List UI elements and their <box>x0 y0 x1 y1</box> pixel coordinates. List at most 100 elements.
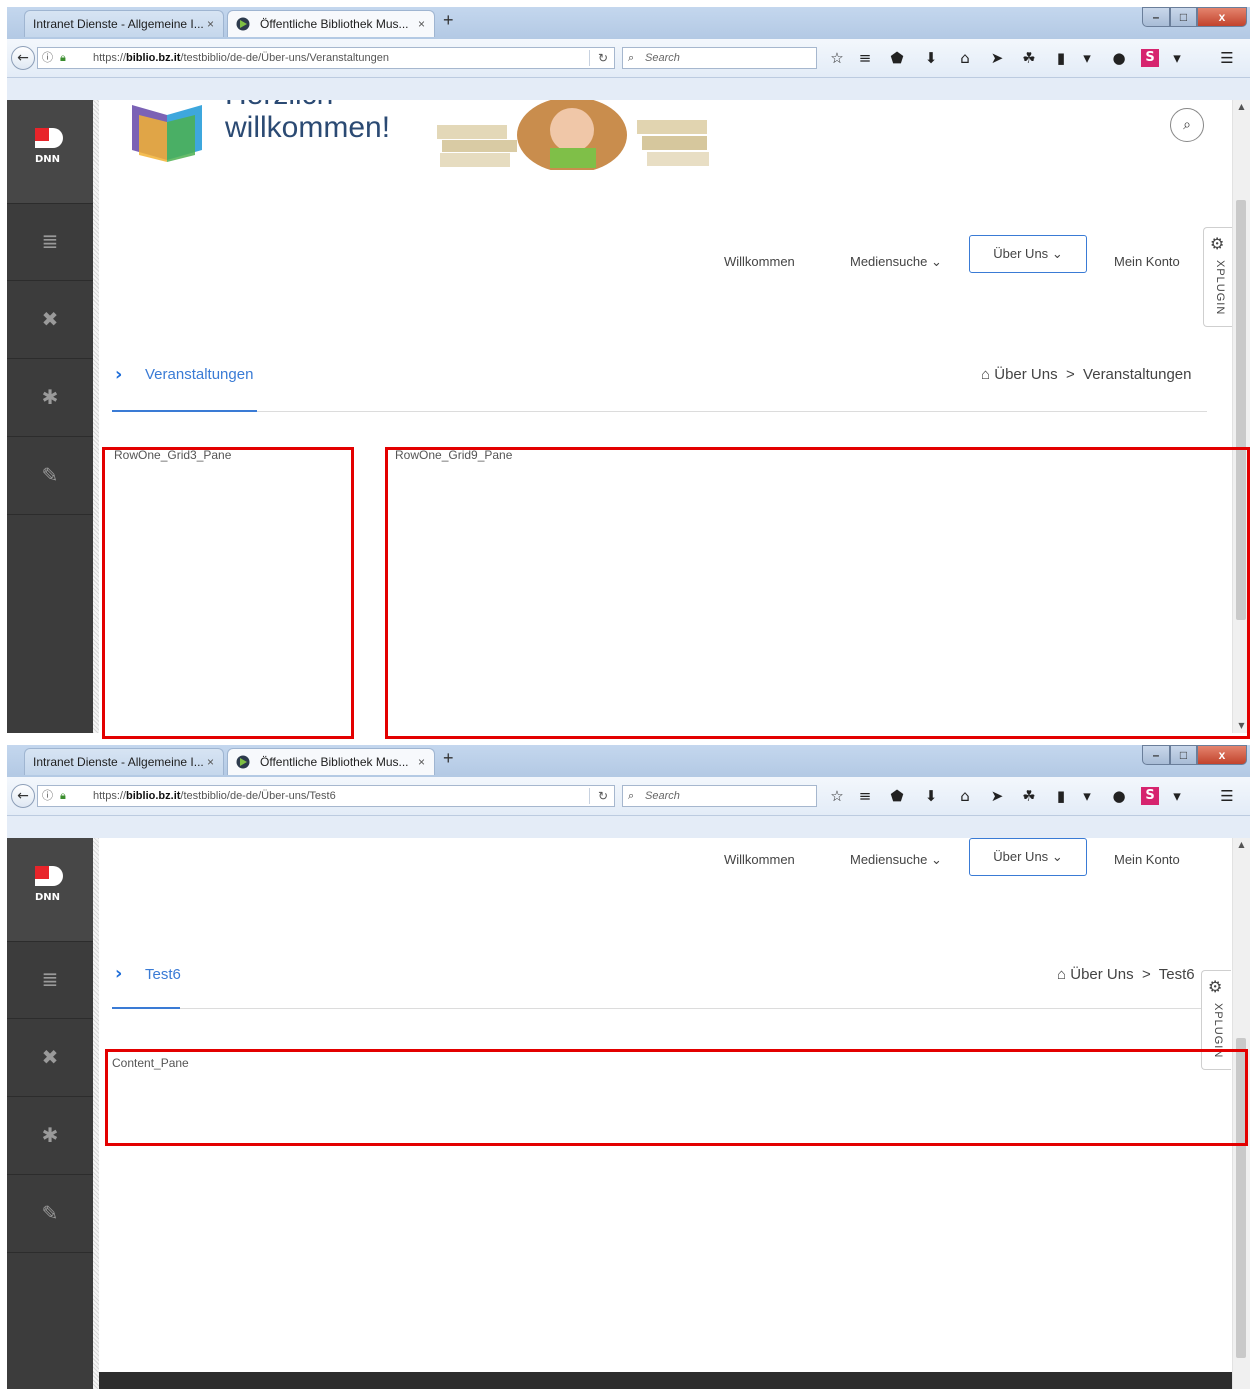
url-separator <box>589 50 590 66</box>
new-tab-button[interactable]: + <box>443 748 454 769</box>
title-separator <box>257 411 1207 412</box>
scroll-up-icon[interactable]: ▲ <box>1233 100 1250 114</box>
sidebar-edge <box>93 100 99 733</box>
edit-icon[interactable]: ✎ <box>7 1175 93 1253</box>
send-icon[interactable]: ➤ <box>987 786 1007 806</box>
clipboard-icon[interactable]: ▮ <box>1051 48 1071 68</box>
pages-icon[interactable]: ≣ <box>7 203 93 281</box>
close-tab-icon[interactable]: × <box>207 749 214 776</box>
back-arrow-icon[interactable]: ← <box>11 784 35 808</box>
s-logo-icon[interactable]: S <box>1141 49 1159 67</box>
dropdown-icon[interactable]: ▾ <box>1077 786 1097 806</box>
home-icon[interactable]: ⌂ <box>955 48 975 68</box>
menu-ueber-uns[interactable]: Über Uns ⌄ <box>969 235 1087 273</box>
menu-ueber-uns-label: Über Uns <box>993 246 1049 261</box>
dnn-logo[interactable]: DNN <box>7 100 93 204</box>
tab-intranet[interactable]: Intranet Dienste - Allgemeine I... × <box>24 10 224 37</box>
breadcrumb-parent[interactable]: Über Uns <box>994 366 1057 383</box>
chevron-down-icon: ⌄ <box>1051 849 1063 864</box>
hamburger-menu-icon[interactable]: ☰ <box>1217 48 1237 68</box>
info-icon[interactable]: ⓘ <box>42 786 53 806</box>
minimize-button[interactable]: – <box>1142 745 1170 765</box>
svg-text:DNN: DNN <box>35 154 60 164</box>
reload-icon[interactable]: ↻ <box>598 48 608 68</box>
address-bar[interactable]: ⓘ 🔒︎ https://biblio.bz.it/testbiblio/de-… <box>37 47 615 69</box>
maximize-button[interactable]: □ <box>1170 7 1197 27</box>
address-bar[interactable]: ⓘ 🔒︎ https://biblio.bz.it/testbiblio/de-… <box>37 785 615 807</box>
download-icon[interactable]: ⬇ <box>921 48 941 68</box>
search-box[interactable]: ⌕ Search <box>622 785 817 807</box>
menu-ueber-uns-label: Über Uns <box>993 849 1049 864</box>
tab-label: Intranet Dienste - Allgemeine I... <box>33 755 204 769</box>
dropdown-icon[interactable]: ▾ <box>1167 786 1187 806</box>
hamburger-menu-icon[interactable]: ☰ <box>1217 786 1237 806</box>
reading-list-icon[interactable]: ≡ <box>855 48 875 68</box>
maximize-button[interactable]: □ <box>1170 745 1197 765</box>
dropdown-icon[interactable]: ▾ <box>1167 48 1187 68</box>
menu-mediensuche-label: Mediensuche <box>850 852 928 867</box>
menu-mediensuche[interactable]: Mediensuche ⌄ <box>850 852 942 868</box>
welcome-line2: willkommen! <box>225 111 391 144</box>
settings-icon[interactable]: ✱ <box>7 359 93 437</box>
menu-mein-konto[interactable]: Mein Konto <box>1114 254 1180 269</box>
close-window-button[interactable]: x <box>1197 745 1247 765</box>
star-icon[interactable]: ☆ <box>827 48 847 68</box>
menu-mein-konto[interactable]: Mein Konto <box>1114 852 1180 867</box>
close-window-button[interactable]: x <box>1197 7 1247 27</box>
clipboard-icon[interactable]: ▮ <box>1051 786 1071 806</box>
library-favicon-icon <box>236 755 250 769</box>
menu-ueber-uns[interactable]: Über Uns ⌄ <box>969 838 1087 876</box>
circle-icon[interactable]: ● <box>1109 48 1129 68</box>
navigation-toolbar: ← ⓘ 🔒︎ https://biblio.bz.it/testbiblio/d… <box>7 39 1250 78</box>
page-title: Test6 <box>145 966 181 983</box>
reading-list-icon[interactable]: ≡ <box>855 786 875 806</box>
welcome-line1: Herzlich <box>225 100 390 111</box>
minimize-button[interactable]: – <box>1142 7 1170 27</box>
puzzle-icon[interactable]: ☘ <box>1019 48 1039 68</box>
lock-icon: 🔒︎ <box>60 790 66 802</box>
site-search-button[interactable]: ⌕ <box>1170 108 1204 142</box>
pages-icon[interactable]: ≣ <box>7 941 93 1019</box>
settings-icon[interactable]: ✱ <box>7 1097 93 1175</box>
close-tab-icon[interactable]: × <box>418 11 425 38</box>
back-arrow-icon[interactable]: ← <box>11 46 35 70</box>
star-icon[interactable]: ☆ <box>827 786 847 806</box>
scroll-up-icon[interactable]: ▲ <box>1233 838 1250 852</box>
tab-bibliothek[interactable]: Öffentliche Bibliothek Mus... × <box>227 10 435 37</box>
chevron-right-icon: › <box>115 963 123 984</box>
breadcrumb-current: Test6 <box>1158 966 1195 983</box>
reload-icon[interactable]: ↻ <box>598 786 608 806</box>
search-placeholder: Search <box>645 790 680 802</box>
xplugin-tab[interactable]: ⚙ XPLUGIN <box>1203 227 1233 327</box>
search-icon: ⌕ <box>628 52 635 64</box>
close-tab-icon[interactable]: × <box>207 11 214 38</box>
menu-willkommen[interactable]: Willkommen <box>724 852 795 867</box>
menu-willkommen[interactable]: Willkommen <box>724 254 795 269</box>
s-logo-icon[interactable]: S <box>1141 787 1159 805</box>
pocket-icon[interactable]: ⬟ <box>887 48 907 68</box>
new-tab-button[interactable]: + <box>443 10 454 31</box>
circle-icon[interactable]: ● <box>1109 786 1129 806</box>
send-icon[interactable]: ➤ <box>987 48 1007 68</box>
breadcrumb-parent[interactable]: Über Uns <box>1070 966 1133 983</box>
tools-icon[interactable]: ✖ <box>7 1019 93 1097</box>
home-icon[interactable]: ⌂ <box>981 366 990 383</box>
home-icon[interactable]: ⌂ <box>955 786 975 806</box>
pocket-icon[interactable]: ⬟ <box>887 786 907 806</box>
tools-icon[interactable]: ✖ <box>7 281 93 359</box>
close-tab-icon[interactable]: × <box>418 749 425 776</box>
sidebar-edge <box>93 838 99 1389</box>
dropdown-icon[interactable]: ▾ <box>1077 48 1097 68</box>
edit-icon[interactable]: ✎ <box>7 437 93 515</box>
puzzle-icon[interactable]: ☘ <box>1019 786 1039 806</box>
download-icon[interactable]: ⬇ <box>921 786 941 806</box>
highlight-grid3-pane <box>102 447 354 739</box>
search-box[interactable]: ⌕ Search <box>622 47 817 69</box>
home-icon[interactable]: ⌂ <box>1057 966 1066 983</box>
dnn-logo[interactable]: DNN <box>7 838 93 942</box>
tab-intranet[interactable]: Intranet Dienste - Allgemeine I... × <box>24 748 224 775</box>
info-icon[interactable]: ⓘ <box>42 48 53 68</box>
tab-bibliothek[interactable]: Öffentliche Bibliothek Mus... × <box>227 748 435 775</box>
menu-mediensuche[interactable]: Mediensuche ⌄ <box>850 254 942 270</box>
chevron-right-icon: › <box>115 364 123 385</box>
